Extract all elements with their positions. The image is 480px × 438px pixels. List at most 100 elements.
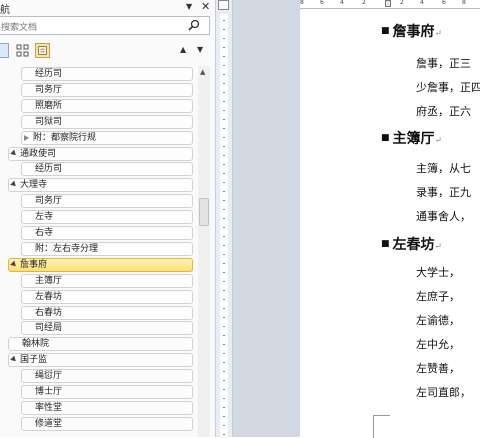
heading-tree: 经历司 司务厅 照磨所 司狱司 附：都察院行规 通政使司 经历司 大理寺 司务厅 左寺 右寺 附：左右… <box>0 66 195 437</box>
ruler-number: 8 <box>462 0 466 6</box>
tree-item-selected[interactable]: 詹事府 <box>8 257 193 272</box>
ruler-tick <box>223 227 225 228</box>
tree-item-label: 右春坊 <box>35 307 63 318</box>
tree-item[interactable]: 右春坊 <box>21 305 193 320</box>
ruler-number: 4 <box>420 0 424 6</box>
tree-item[interactable]: 左寺 <box>21 210 193 225</box>
expand-triangle-icon[interactable] <box>10 260 18 269</box>
tree-item[interactable]: 博士厅 <box>21 385 193 399</box>
ruler-tick <box>223 380 225 381</box>
tree-item[interactable]: 国子监 <box>8 353 193 368</box>
search-placeholder: 搜索文档 <box>1 23 38 33</box>
tree-item[interactable]: 绳愆厅 <box>21 369 193 384</box>
search-input[interactable]: 搜索文档 <box>0 16 210 35</box>
previous-heading-arrow-icon[interactable]: ▲ <box>180 45 186 54</box>
heading-zhanshifu: ■ 詹事府↵ <box>381 24 443 40</box>
ruler-tick <box>223 74 225 75</box>
tree-item[interactable]: 修道堂 <box>21 416 193 431</box>
tree-item-label: 照磨所 <box>35 100 63 111</box>
tree-item[interactable]: 经历司 <box>21 162 193 177</box>
vertical-ruler <box>216 0 233 437</box>
tree-item[interactable]: 司务厅 <box>21 82 193 97</box>
expand-triangle-icon[interactable] <box>10 355 18 364</box>
body-line: 左中允， <box>416 338 460 351</box>
ruler-tick <box>223 407 225 408</box>
scroll-up-icon[interactable]: ▲ <box>200 68 205 76</box>
ruler-tick <box>223 65 225 66</box>
ruler-number: 2 <box>362 0 366 6</box>
ruler-tick <box>223 398 225 399</box>
ruler-tick <box>223 389 225 390</box>
scrollbar-thumb[interactable] <box>199 198 209 226</box>
tree-item[interactable]: 主簿厅 <box>21 273 193 288</box>
tree-item[interactable]: 通政使司 <box>8 146 193 161</box>
body-line: 主簿，从七 <box>416 162 471 175</box>
ruler-tick <box>223 245 225 246</box>
search-icon[interactable] <box>187 18 201 32</box>
tree-item-label: 经历司 <box>35 164 63 175</box>
ruler-number: 6 <box>442 0 446 6</box>
body-line: 左赞善， <box>416 362 460 375</box>
nav-title: 航 <box>0 5 10 16</box>
ruler-tick <box>223 353 225 354</box>
vertical-ruler-track <box>220 14 228 437</box>
tree-item[interactable]: 司狱司 <box>21 114 193 129</box>
tree-item[interactable]: 照磨所 <box>21 98 193 113</box>
heading-zuochunfang: ■ 左春坊↵ <box>381 237 443 253</box>
ruler-tick <box>223 29 225 30</box>
collapsed-triangle-icon[interactable] <box>24 134 29 141</box>
body-line: 通事舍人， <box>416 210 471 223</box>
next-heading-arrow-icon[interactable]: ▼ <box>197 45 203 54</box>
nav-scrollbar[interactable]: ▲ <box>198 66 210 437</box>
tree-item[interactable]: 附：都察院行规 <box>21 130 193 145</box>
tree-item-label: 通政使司 <box>20 148 57 159</box>
tree-item[interactable]: 左春坊 <box>21 289 193 304</box>
tree-item[interactable]: 经历司 <box>21 67 193 81</box>
tree-item-label: 司狱司 <box>35 116 63 127</box>
ruler-tick <box>223 317 225 318</box>
indent-marker[interactable] <box>385 0 391 7</box>
tree-item-label: 左春坊 <box>35 291 63 302</box>
tab-headings-view-icon[interactable] <box>0 43 9 58</box>
tree-item[interactable]: 翰林院 <box>8 337 193 352</box>
ruler-number: 8 <box>300 0 304 6</box>
ruler-tick <box>223 164 225 165</box>
body-line: 左司直郎， <box>416 386 471 399</box>
ruler-tick <box>223 416 225 417</box>
tree-item[interactable]: 大理寺 <box>8 178 193 193</box>
ruler-tick <box>223 362 225 363</box>
body-line: 左谕德， <box>416 314 460 327</box>
ruler-tick <box>223 56 225 57</box>
tree-item-label: 率性堂 <box>35 402 63 413</box>
tree-item[interactable]: 附：左右寺分理 <box>21 241 193 256</box>
ruler-tick <box>223 110 225 111</box>
ruler-tick <box>223 236 225 237</box>
tree-item-label: 司经局 <box>35 323 63 334</box>
tab-results-view-icon[interactable] <box>35 43 50 58</box>
expand-triangle-icon[interactable] <box>10 149 18 157</box>
close-icon[interactable]: ✕ <box>201 0 210 13</box>
tree-item[interactable]: 右寺 <box>21 226 193 240</box>
ruler-tick <box>223 308 225 309</box>
ruler-tick <box>223 200 225 201</box>
tree-item[interactable]: 司务厅 <box>21 194 193 209</box>
tree-item-label: 修道堂 <box>35 418 63 429</box>
body-line: 大学士， <box>416 266 460 279</box>
expand-triangle-icon[interactable] <box>10 180 18 189</box>
ruler-tick <box>223 218 225 219</box>
ruler-tick <box>223 272 225 273</box>
tab-pages-view-icon[interactable] <box>15 43 30 58</box>
ruler-tick <box>223 101 225 102</box>
ruler-tick <box>223 281 225 282</box>
pane-options-chevron-down-icon[interactable]: ▼ <box>186 2 192 11</box>
tree-item-label: 附：都察院行规 <box>33 132 97 143</box>
tree-item-label: 国子监 <box>20 355 48 366</box>
ruler-tick <box>223 38 225 39</box>
ruler-tick <box>223 254 225 255</box>
tree-item[interactable]: 司经局 <box>21 321 193 336</box>
ruler-tick <box>223 47 225 48</box>
ruler-tick <box>223 191 225 192</box>
ruler-toggle-icon[interactable] <box>218 0 229 10</box>
tree-item[interactable]: 率性堂 <box>21 400 193 415</box>
ruler-tick <box>223 92 225 93</box>
